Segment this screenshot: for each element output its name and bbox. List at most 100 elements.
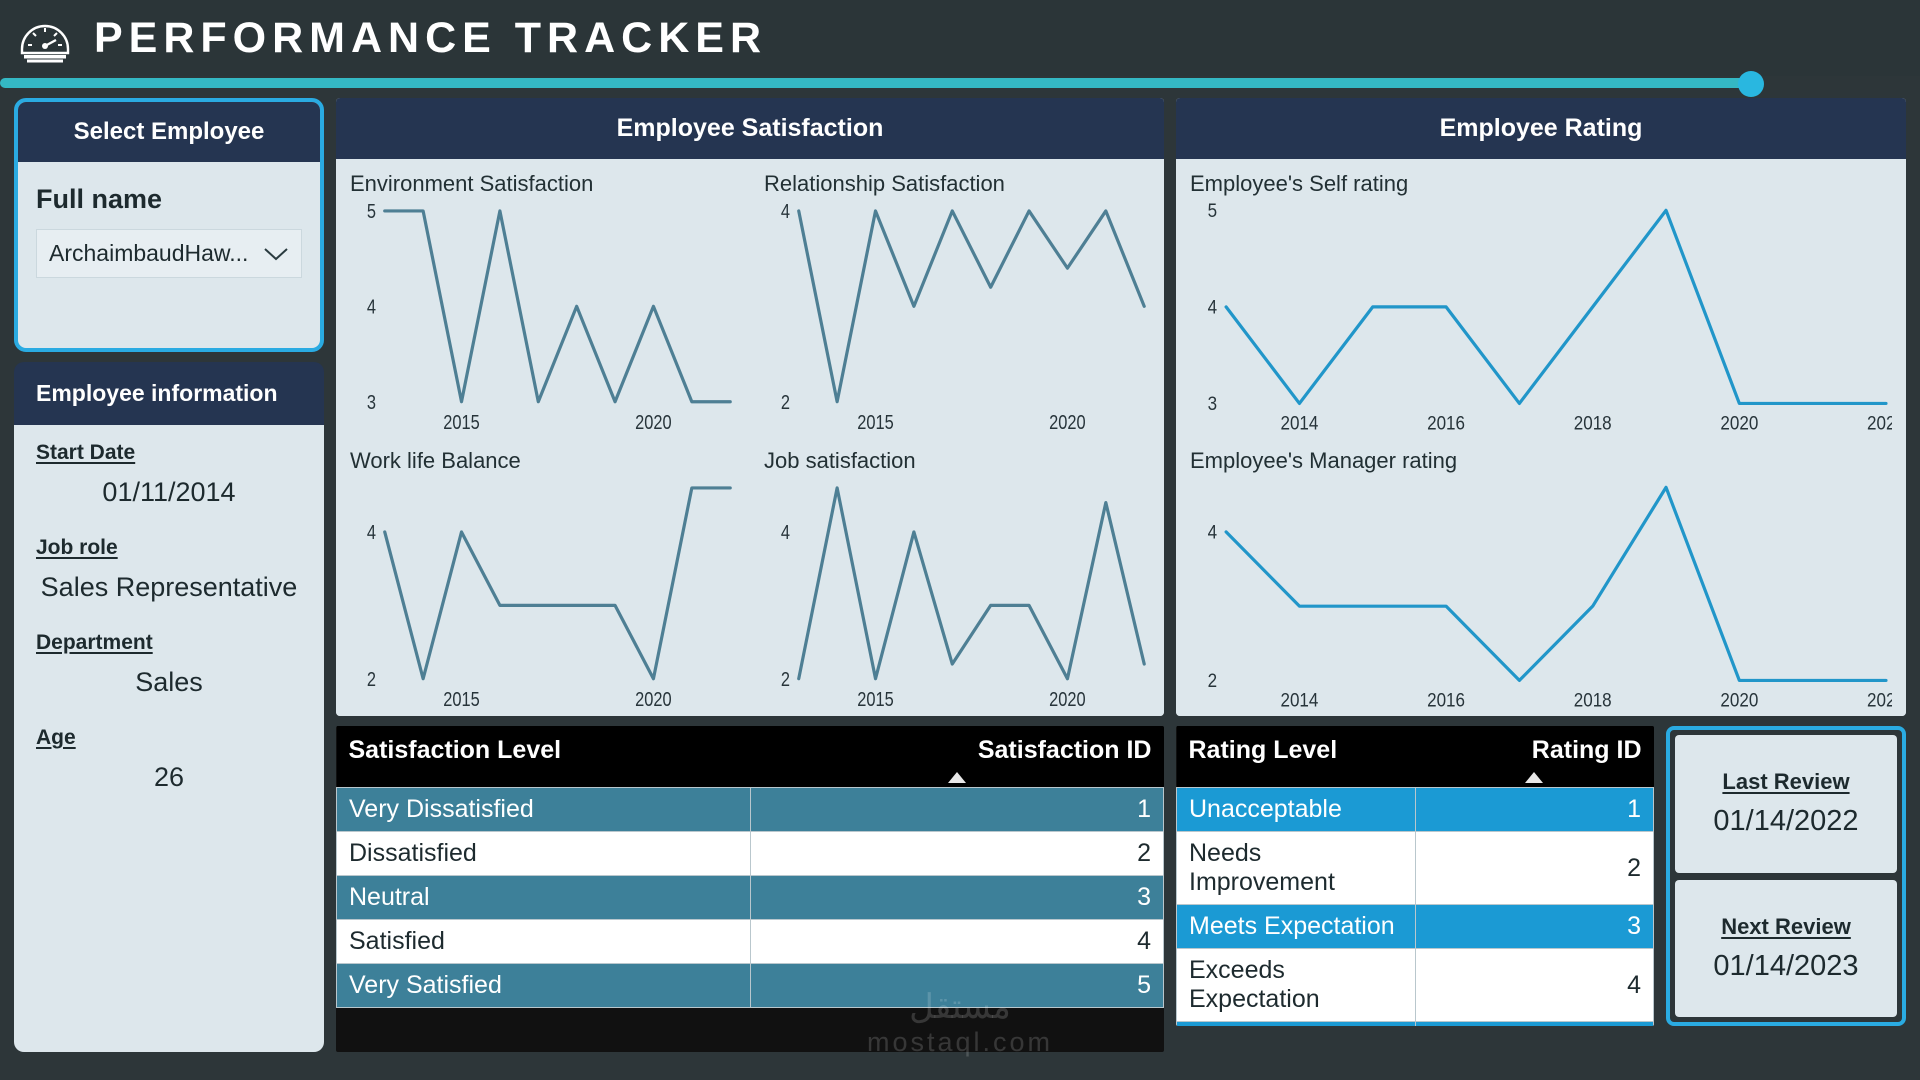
svg-text:2020: 2020: [1049, 687, 1086, 710]
svg-text:3: 3: [1208, 393, 1217, 414]
rating-charts: Employee's Self rating 3 4 5 2014 2016 2018 20…: [1176, 159, 1906, 716]
cell-level: Above and Beyond: [1176, 1021, 1416, 1026]
table-row[interactable]: Dissatisfied 2: [336, 831, 1164, 876]
chart-title: Work life Balance: [350, 447, 521, 473]
rating-legend-table: Rating Level Rating ID Unacceptable 1 Ne…: [1176, 726, 1654, 1026]
table-header-row: Satisfaction Level Satisfaction ID: [336, 726, 1164, 788]
svg-text:2020: 2020: [1049, 410, 1086, 433]
svg-text:4: 4: [1208, 521, 1217, 542]
last-review-box: Last Review 01/14/2022: [1675, 735, 1897, 873]
full-name-dropdown[interactable]: ArchaimbaudHaw...: [36, 229, 302, 278]
chart-manager-rating: Employee's Manager rating 2 4 2014 2016 2018…: [1176, 440, 1906, 717]
job-role-value: Sales Representative: [40, 572, 298, 602]
cell-id: 3: [749, 875, 1164, 920]
select-employee-card: Select Employee Full name ArchaimbaudHaw…: [14, 98, 324, 352]
table-row[interactable]: Very Satisfied 5: [336, 963, 1164, 1008]
accent-bar: [0, 78, 1763, 88]
age-value: 26: [153, 762, 185, 792]
svg-text:2015: 2015: [857, 687, 894, 710]
svg-text:2015: 2015: [857, 410, 894, 433]
gauge-icon: [20, 24, 70, 63]
review-dates-card: Last Review 01/14/2022 Next Review 01/14…: [1666, 726, 1906, 1026]
svg-text:2: 2: [1208, 670, 1217, 691]
start-date-value: 01/11/2014: [102, 477, 236, 507]
sidebar: Select Employee Full name ArchaimbaudHaw…: [14, 98, 324, 1052]
table-row[interactable]: Satisfied 4: [336, 919, 1164, 964]
svg-text:2: 2: [781, 667, 790, 690]
table-row[interactable]: Very Dissatisfied 1: [336, 787, 1164, 832]
svg-text:2018: 2018: [1574, 689, 1612, 710]
line-chart: 2 4 2014 2016 2018 2020 2022: [1208, 476, 1892, 710]
svg-text:2020: 2020: [635, 687, 672, 710]
svg-text:4: 4: [781, 520, 790, 543]
col-satisfaction-id[interactable]: Satisfaction ID: [750, 726, 1164, 788]
employee-information-card: Employee information Start Date 01/11/20…: [14, 362, 324, 1052]
cell-id: 5: [749, 963, 1164, 1008]
satisfaction-charts: Environment Satisfaction 3 4 5 2015 2020 Rel…: [336, 159, 1164, 716]
rating-bottom-row: Rating Level Rating ID Unacceptable 1 Ne…: [1176, 726, 1906, 1026]
chart-relationship-satisfaction: Relationship Satisfaction 2 4 2015 2020: [750, 163, 1164, 440]
chart-environment-satisfaction: Environment Satisfaction 3 4 5 2015 2020: [336, 163, 750, 440]
next-review-label: Next Review: [1721, 913, 1851, 939]
employee-rating-title: Employee Rating: [1176, 98, 1906, 159]
table-row[interactable]: Exceeds Expectation 4: [1176, 948, 1654, 1022]
rating-column: Employee Rating Employee's Self rating 3…: [1176, 98, 1906, 1052]
dashboard-body: Select Employee Full name ArchaimbaudHaw…: [0, 90, 1920, 1066]
table-row[interactable]: Unacceptable 1: [1176, 787, 1654, 832]
col-rating-level[interactable]: Rating Level: [1176, 726, 1415, 788]
cell-level: Very Satisfied: [336, 963, 751, 1008]
svg-text:2014: 2014: [1280, 413, 1318, 434]
table-row[interactable]: Neutral 3: [336, 875, 1164, 920]
cell-level: Needs Improvement: [1176, 831, 1416, 905]
col-label: Satisfaction ID: [977, 736, 1152, 764]
cell-id: 4: [1414, 948, 1654, 1022]
satisfaction-column: Employee Satisfaction Environment Satisf…: [336, 98, 1164, 1052]
cell-id: 2: [1414, 831, 1654, 905]
select-employee-body: Full name ArchaimbaudHaw...: [18, 162, 320, 292]
employee-rating-panel: Employee Rating Employee's Self rating 3…: [1176, 98, 1906, 716]
cell-level: Meets Expectation: [1176, 904, 1416, 949]
svg-text:4: 4: [781, 199, 790, 222]
table-row[interactable]: Needs Improvement 2: [1176, 831, 1654, 905]
col-rating-id[interactable]: Rating ID: [1415, 726, 1654, 788]
sort-ascending-icon: [1525, 772, 1544, 783]
line-chart: 3 4 5 2014 2016 2018 2020 2022: [1208, 200, 1892, 434]
col-satisfaction-level[interactable]: Satisfaction Level: [336, 726, 750, 788]
svg-text:4: 4: [1208, 297, 1217, 318]
svg-text:4: 4: [367, 295, 376, 318]
chart-title: Job satisfaction: [764, 447, 916, 473]
svg-text:2016: 2016: [1427, 689, 1465, 710]
page-title: PERFORMANCE TRACKER: [94, 13, 767, 62]
svg-text:2022: 2022: [1867, 413, 1892, 434]
job-role-label: Job role: [36, 536, 118, 559]
satisfaction-legend-table: Satisfaction Level Satisfaction ID Very …: [336, 726, 1164, 1052]
cell-id: 1: [1414, 787, 1654, 832]
svg-text:5: 5: [367, 199, 376, 222]
employee-satisfaction-panel: Employee Satisfaction Environment Satisf…: [336, 98, 1164, 716]
employee-satisfaction-title: Employee Satisfaction: [336, 98, 1164, 159]
line-chart: 2 4 2015 2020: [367, 476, 736, 710]
line-chart: 2 4 2015 2020: [781, 199, 1150, 434]
svg-text:2014: 2014: [1280, 689, 1318, 710]
chart-job-satisfaction: Job satisfaction 2 4 2015 2020: [750, 440, 1164, 717]
svg-text:2015: 2015: [443, 410, 480, 433]
chevron-down-icon: [264, 247, 288, 260]
chart-self-rating: Employee's Self rating 3 4 5 2014 2016 2018 20…: [1176, 163, 1906, 440]
svg-text:4: 4: [367, 520, 376, 543]
line-chart: 2 4 2015 2020: [781, 476, 1150, 710]
line-chart: 3 4 5 2015 2020: [367, 199, 736, 434]
svg-text:3: 3: [367, 390, 376, 413]
cell-id: 1: [749, 787, 1164, 832]
cell-id: 3: [1414, 904, 1654, 949]
chart-work-life-balance: Work life Balance 2 4 2015 2020: [336, 440, 750, 717]
svg-text:2020: 2020: [1720, 689, 1758, 710]
next-review-box: Next Review 01/14/2023: [1675, 879, 1897, 1017]
age-label: Age: [36, 726, 76, 749]
accent-divider: [0, 71, 1920, 97]
department-value: Sales: [135, 667, 203, 697]
table-row[interactable]: Above and Beyond 5: [1176, 1021, 1654, 1026]
svg-text:2: 2: [781, 390, 790, 413]
cell-level: Satisfied: [336, 919, 751, 964]
table-row[interactable]: Meets Expectation 3: [1176, 904, 1654, 949]
sort-ascending-icon: [947, 772, 966, 783]
